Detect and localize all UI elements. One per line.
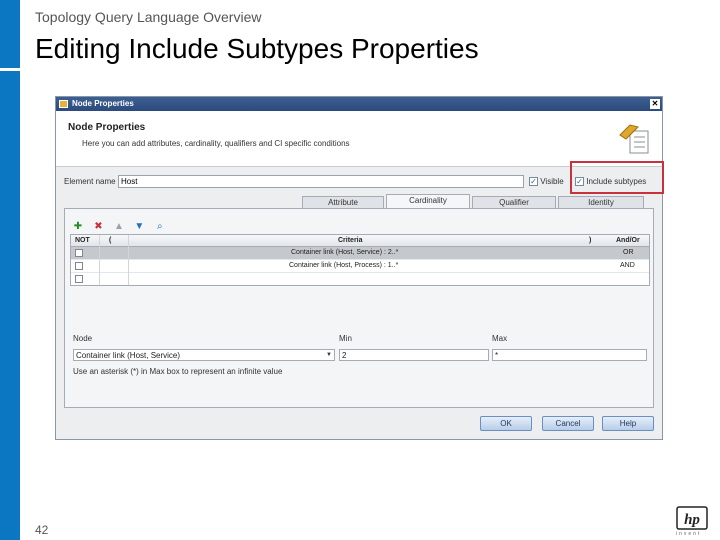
not-checkbox[interactable] — [75, 275, 83, 283]
criteria-cell: Container link (Host, Process) : 1..* — [289, 262, 399, 269]
hint-text: Use an asterisk (*) in Max box to repres… — [73, 367, 283, 376]
dialog-header-title: Node Properties — [68, 122, 146, 133]
column-divider — [128, 235, 129, 285]
help-button[interactable]: Help — [602, 416, 654, 431]
slide-subtitle: Topology Query Language Overview — [35, 9, 262, 25]
not-checkbox[interactable] — [75, 262, 83, 270]
slide: Topology Query Language Overview Editing… — [0, 0, 720, 540]
and-or-cell: AND — [620, 262, 635, 269]
max-input[interactable]: * — [492, 349, 647, 361]
move-down-icon[interactable]: ▼ — [132, 220, 146, 234]
min-label: Min — [339, 334, 352, 343]
element-name-label: Element name — [64, 177, 116, 186]
find-icon[interactable]: ⌕ — [153, 220, 167, 234]
visible-checkbox[interactable]: ✓ — [529, 177, 538, 186]
slide-title: Editing Include Subtypes Properties — [35, 33, 479, 64]
sidebar-divider — [0, 68, 20, 71]
column-divider — [99, 235, 100, 285]
dialog-window-title: Node Properties — [72, 99, 134, 108]
table-row[interactable]: Container link (Host, Service) : 2..* OR — [71, 247, 649, 260]
and-or-cell: OR — [623, 249, 634, 256]
column-open-paren: ( — [109, 237, 112, 244]
cancel-button[interactable]: Cancel — [542, 416, 594, 431]
criteria-toolbar: ✚ ✖ ▲ ▼ ⌕ — [71, 216, 169, 232]
tab-cardinality[interactable]: Cardinality — [386, 194, 470, 209]
node-properties-dialog: Node Properties ✕ Node Properties Here y… — [55, 96, 664, 440]
dialog-header: Node Properties Here you can add attribu… — [56, 111, 662, 167]
sidebar-accent-bar — [0, 0, 20, 540]
column-not: NOT — [75, 237, 90, 244]
element-name-input[interactable]: Host — [118, 175, 524, 188]
wizard-icon — [619, 124, 649, 154]
add-icon[interactable]: ✚ — [71, 220, 85, 234]
app-icon — [59, 100, 68, 108]
criteria-table: NOT ( Criteria ) And/Or Container link (… — [70, 234, 650, 286]
page-number: 42 — [35, 523, 49, 537]
column-criteria: Criteria — [338, 237, 363, 244]
highlight-box — [570, 161, 664, 194]
column-close-paren: ) — [589, 237, 592, 244]
node-label: Node — [73, 334, 93, 343]
table-row[interactable]: Container link (Host, Process) : 1..* AN… — [71, 260, 649, 273]
ok-button[interactable]: OK — [480, 416, 532, 431]
node-dropdown[interactable]: Container link (Host, Service) ▼ — [73, 349, 335, 361]
column-and-or: And/Or — [616, 237, 640, 244]
node-value: Container link (Host, Service) — [76, 351, 181, 360]
min-input[interactable]: 2 — [339, 349, 489, 361]
move-up-icon[interactable]: ▲ — [112, 220, 126, 234]
visible-label: Visible — [540, 177, 564, 186]
svg-text:hp: hp — [684, 512, 700, 528]
table-row[interactable] — [71, 273, 649, 286]
table-header: NOT ( Criteria ) And/Or — [71, 235, 649, 247]
delete-icon[interactable]: ✖ — [91, 220, 105, 234]
cardinality-panel: ✚ ✖ ▲ ▼ ⌕ NOT ( Criteria ) And/Or Contai… — [64, 208, 654, 408]
criteria-cell: Container link (Host, Service) : 2..* — [291, 249, 399, 256]
max-label: Max — [492, 334, 508, 343]
close-icon[interactable]: ✕ — [650, 99, 660, 109]
dialog-header-description: Here you can add attributes, cardinality… — [82, 139, 350, 148]
logo-tagline: invent — [676, 531, 702, 537]
chevron-down-icon[interactable]: ▼ — [325, 351, 333, 359]
not-checkbox[interactable] — [75, 249, 83, 257]
dialog-titlebar: Node Properties ✕ — [56, 97, 662, 111]
visible-checkbox-group[interactable]: ✓ Visible — [529, 177, 564, 186]
